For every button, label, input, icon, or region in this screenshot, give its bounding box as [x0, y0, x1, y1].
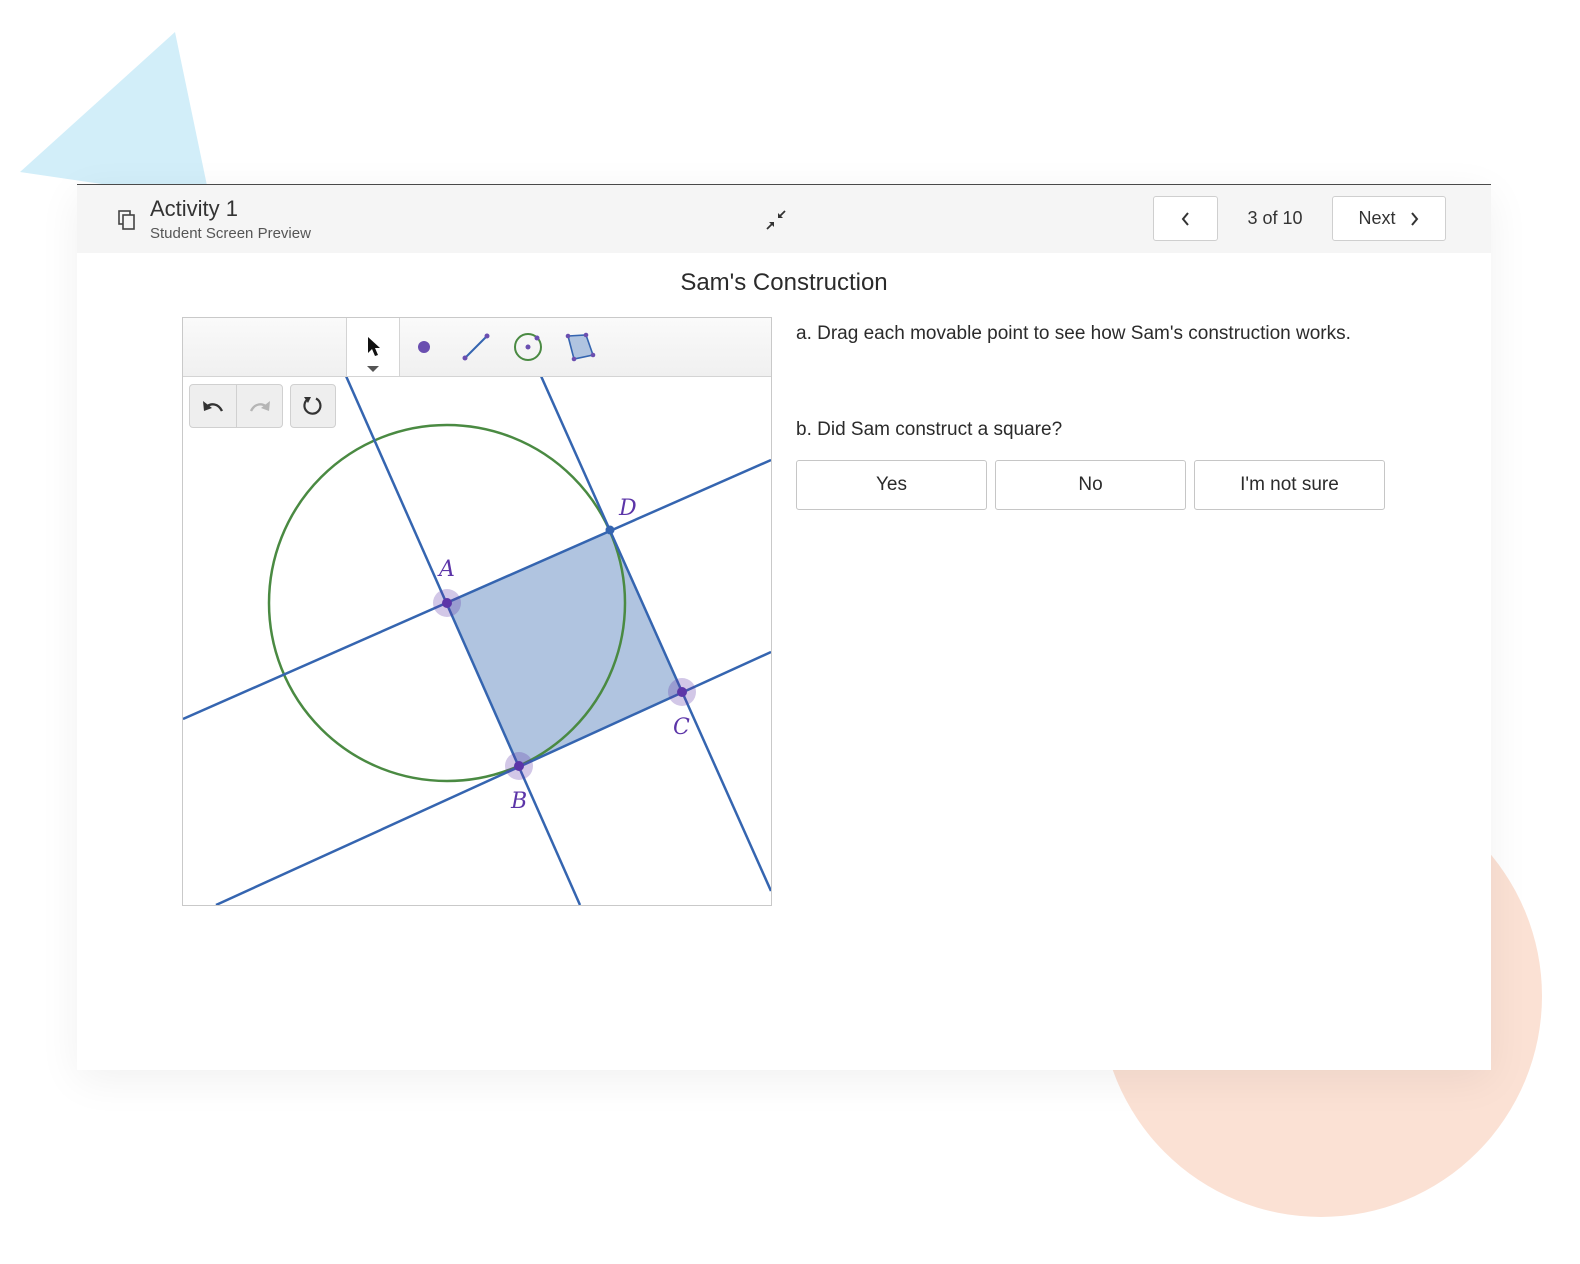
- move-tool[interactable]: [346, 318, 400, 376]
- label-D: D: [618, 496, 637, 521]
- point-C[interactable]: [677, 687, 687, 697]
- next-button[interactable]: Next: [1332, 196, 1446, 241]
- next-button-label: Next: [1358, 208, 1396, 228]
- cursor-arrow-icon: [367, 337, 380, 372]
- undo-icon: [203, 401, 224, 412]
- geometry-panel: A B C D: [182, 317, 772, 906]
- label-B: B: [510, 789, 527, 814]
- prompt-a: a. Drag each movable point to see how Sa…: [796, 323, 1351, 344]
- chevron-left-icon: [1181, 211, 1189, 226]
- polygon-tool[interactable]: [554, 318, 606, 376]
- collapse-button[interactable]: [763, 207, 789, 233]
- segment-tool[interactable]: [450, 318, 502, 376]
- redo-button[interactable]: [237, 385, 283, 427]
- chevron-right-icon: [1410, 211, 1418, 226]
- redo-icon: [249, 401, 270, 412]
- circle-tool[interactable]: [502, 318, 554, 376]
- activity-subtitle: Student Screen Preview: [150, 225, 311, 242]
- header-bar: Activity 1 Student Screen Preview 3 of 1…: [77, 185, 1491, 253]
- undo-button[interactable]: [190, 385, 237, 427]
- point-B[interactable]: [514, 761, 524, 771]
- label-A: A: [437, 557, 455, 582]
- page-counter: 3 of 10: [1247, 208, 1303, 228]
- reset-icon: [303, 397, 322, 415]
- choice-not-sure-button[interactable]: I'm not sure: [1194, 460, 1385, 510]
- point-D: [605, 525, 615, 535]
- segment-icon: [462, 333, 490, 361]
- activity-title: Activity 1: [150, 196, 239, 221]
- preview-window: Activity 1 Student Screen Preview 3 of 1…: [77, 184, 1491, 1070]
- circle-icon: [514, 333, 542, 361]
- reset-button[interactable]: [290, 384, 336, 428]
- point-tool[interactable]: [398, 318, 450, 376]
- undo-redo-group: [189, 384, 283, 428]
- prompt-b: b. Did Sam construct a square?: [796, 419, 1063, 440]
- copy-icon: [118, 210, 135, 230]
- label-C: C: [673, 715, 690, 740]
- choice-no-button[interactable]: No: [995, 460, 1186, 510]
- screen-title: Sam's Construction: [680, 269, 888, 296]
- geometry-toolbar: [183, 318, 771, 377]
- quadrilateral-ABCD: [447, 530, 682, 766]
- previous-button[interactable]: [1153, 196, 1218, 241]
- collapse-icon: [766, 210, 786, 230]
- choice-yes-button[interactable]: Yes: [796, 460, 987, 510]
- point-A[interactable]: [442, 598, 452, 608]
- polygon-icon: [565, 332, 596, 362]
- point-icon: [418, 341, 430, 353]
